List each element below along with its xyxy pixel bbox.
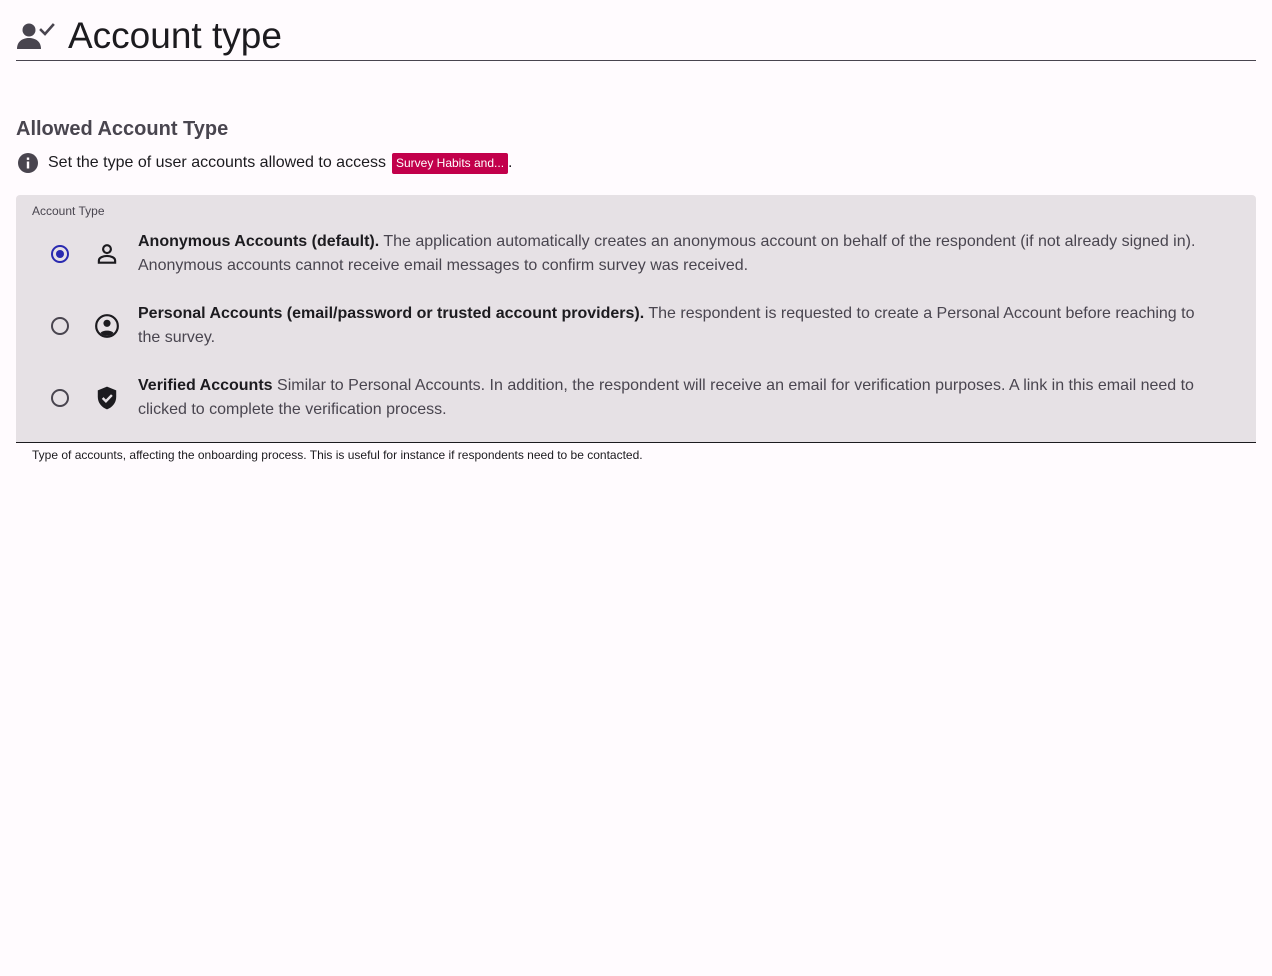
survey-chip[interactable]: Survey Habits and... — [391, 152, 509, 174]
radio-personal[interactable] — [51, 317, 69, 335]
option-personal-text: Personal Accounts (email/password or tru… — [138, 302, 1198, 350]
person-check-icon — [16, 20, 56, 52]
info-icon — [16, 151, 40, 175]
page-header: Account type — [16, 15, 1256, 61]
verified-shield-icon — [94, 385, 120, 411]
field-label: Account Type — [32, 204, 105, 218]
field-helper-text: Type of accounts, affecting the onboardi… — [32, 448, 643, 462]
option-anonymous-text: Anonymous Accounts (default). The applic… — [138, 230, 1198, 278]
radio-anonymous[interactable] — [51, 245, 69, 263]
radio-verified[interactable] — [51, 389, 69, 407]
option-verified-text: Verified Accounts Similar to Personal Ac… — [138, 374, 1198, 422]
info-text: Set the type of user accounts allowed to… — [48, 154, 386, 171]
option-personal-title: Personal Accounts (email/password or tru… — [138, 305, 645, 322]
info-suffix: . — [508, 154, 513, 171]
account-type-field: Account Type Anonymous Accounts (default… — [16, 195, 1256, 443]
option-verified-title: Verified Accounts — [138, 377, 273, 394]
page: Account type Allowed Account Type Set th… — [0, 0, 1272, 976]
info-row: Set the type of user accounts allowed to… — [16, 150, 512, 176]
account-circle-icon — [94, 313, 120, 339]
option-anonymous-title: Anonymous Accounts (default). — [138, 233, 380, 250]
option-verified-description: Similar to Personal Accounts. In additio… — [138, 377, 1194, 418]
section-title: Allowed Account Type — [16, 118, 229, 140]
page-title: Account type — [68, 15, 282, 56]
person-outline-icon — [94, 241, 120, 267]
